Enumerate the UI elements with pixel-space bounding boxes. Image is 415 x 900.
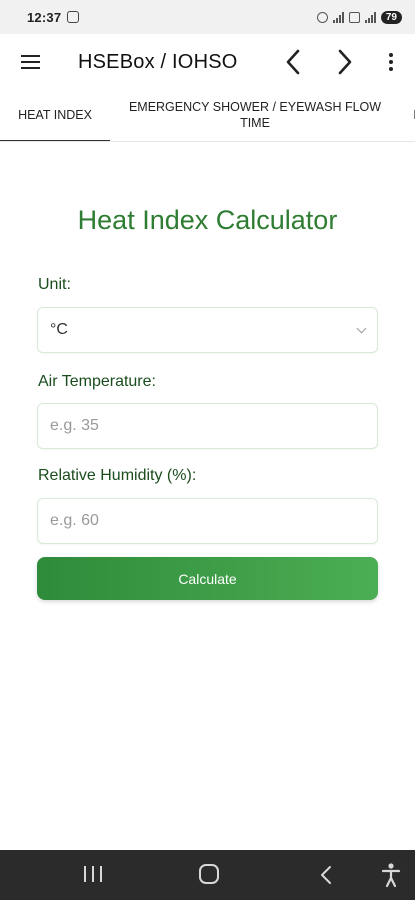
hotspot-icon	[316, 11, 328, 23]
unit-select-value: °C	[50, 321, 68, 338]
menu-button[interactable]	[0, 34, 60, 90]
calculate-button[interactable]: Calculate	[37, 557, 378, 600]
back-icon	[321, 866, 331, 884]
more-vert-icon	[389, 53, 393, 57]
unit-label: Unit:	[38, 276, 71, 293]
system-back-button[interactable]	[316, 864, 336, 886]
system-nav-bar	[0, 850, 415, 900]
air-temperature-label: Air Temperature:	[38, 373, 156, 390]
notification-icon	[67, 11, 80, 23]
back-button[interactable]	[273, 34, 313, 90]
tab-heat-index[interactable]: HEAT INDEX	[0, 90, 110, 141]
relative-humidity-label: Relative Humidity (%):	[38, 467, 197, 484]
home-button[interactable]	[199, 864, 219, 884]
tab-emergency-shower[interactable]: EMERGENCY SHOWER / EYEWASH FLOW TIME	[110, 90, 400, 141]
relative-humidity-input[interactable]: e.g. 60	[37, 498, 378, 544]
accessibility-icon	[381, 863, 401, 888]
status-bar: 12:37 79	[0, 0, 415, 34]
battery-icon: 79	[380, 10, 402, 24]
recents-button[interactable]	[84, 866, 102, 882]
screen: 12:37 79 HSEBox / IOHSO HEAT INDEX EMERG…	[0, 0, 415, 900]
signal-icon	[332, 11, 344, 23]
status-time: 12:37	[27, 9, 62, 25]
tab-bar: HEAT INDEX EMERGENCY SHOWER / EYEWASH FL…	[0, 90, 415, 142]
chevron-down-icon	[356, 323, 367, 333]
chevron-left-icon	[286, 49, 300, 75]
data-icon	[348, 11, 360, 23]
forward-button[interactable]	[325, 34, 365, 90]
accessibility-button[interactable]	[380, 862, 402, 888]
app-title: HSEBox / IOHSO	[78, 50, 238, 73]
status-icons: 79	[316, 10, 402, 24]
chevron-right-icon	[338, 49, 352, 75]
app-bar: HSEBox / IOHSO	[0, 34, 415, 90]
page-title: Heat Index Calculator	[77, 205, 338, 235]
tab-next[interactable]: I	[400, 90, 415, 141]
signal-2-icon	[364, 11, 376, 23]
more-options-button[interactable]	[376, 34, 406, 90]
air-temperature-input[interactable]: e.g. 35	[37, 403, 378, 449]
unit-select[interactable]: °C	[37, 307, 378, 353]
hamburger-icon	[20, 55, 40, 69]
